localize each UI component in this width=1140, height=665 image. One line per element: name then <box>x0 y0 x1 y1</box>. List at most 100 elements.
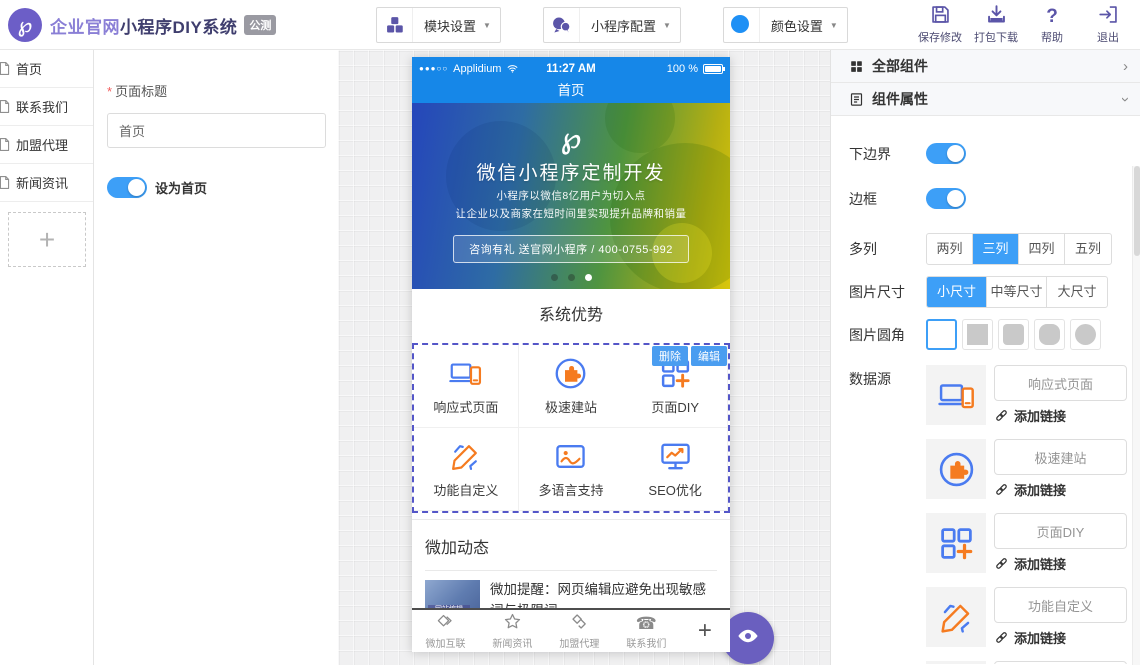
chevron-down-icon: ▼ <box>483 21 491 30</box>
phone-nav-bar: 首页 <box>412 80 730 103</box>
app-window: ℘ 企业官网小程序DIY系统 公测 模块设置 ▼ 小程序配置 ▼ 颜色设置 ▼ <box>0 0 1140 665</box>
inspector-scrollbar[interactable] <box>1132 166 1140 665</box>
datasource-tile <box>926 365 986 425</box>
download-icon <box>986 6 1007 27</box>
advantage-cell-custom-func[interactable]: 功能自定义 <box>414 428 519 511</box>
columns-option-3-selected[interactable]: 三列 <box>973 234 1019 264</box>
required-mark: * <box>107 84 112 99</box>
color-settings-button[interactable]: 颜色设置 ▼ <box>723 7 848 43</box>
sidebar-item-home[interactable]: 首页 <box>0 50 93 88</box>
phone-tabbar: 微加互联 新闻资讯 加盟代理 ☎ 联系我们 + <box>412 608 730 652</box>
datasource-tile <box>926 661 986 664</box>
edit-component-button[interactable]: 编辑 <box>691 346 727 366</box>
tabbar-add-button[interactable]: + <box>680 617 730 645</box>
radius-option-square[interactable] <box>962 319 993 350</box>
page-doc-icon <box>0 99 12 114</box>
advantage-cell-fast-build[interactable]: 极速建站 <box>519 345 624 428</box>
datasource-title-input[interactable] <box>994 439 1127 475</box>
custom-function-icon <box>938 599 975 636</box>
tab-contact[interactable]: ☎ 联系我们 <box>613 613 680 650</box>
modules-settings-button[interactable]: 模块设置 ▼ <box>376 7 501 43</box>
tab-agent[interactable]: 加盟代理 <box>546 613 613 650</box>
datasource-title-input[interactable] <box>994 661 1127 664</box>
component-props-header[interactable]: 组件属性 › <box>831 83 1140 116</box>
header-toolbar: 模块设置 ▼ 小程序配置 ▼ 颜色设置 ▼ <box>376 7 848 43</box>
add-link-button[interactable]: 添加链接 <box>994 480 1127 499</box>
advantages-grid-selected[interactable]: 删除 编辑 响应式页面 极速建站 页面DIY 功能自定义 <box>412 343 730 513</box>
advantage-cell-multilang[interactable]: 多语言支持 <box>519 428 624 511</box>
tags-icon <box>569 614 589 634</box>
tab-news[interactable]: 新闻资讯 <box>479 613 546 650</box>
carousel-dot[interactable] <box>568 274 575 281</box>
exit-button[interactable]: 退出 <box>1080 6 1136 45</box>
component-props-body: 下边界 边框 多列 两列 三列 四列 五列 图片尺寸 小尺寸 <box>831 116 1140 664</box>
columns-option-2[interactable]: 两列 <box>927 234 973 264</box>
advantage-cell-seo[interactable]: SEO优化 <box>623 428 728 511</box>
sidebar-item-news[interactable]: 新闻资讯 <box>0 164 93 202</box>
all-components-icon <box>849 59 864 74</box>
chevron-down-icon: ▼ <box>663 21 671 30</box>
delete-component-button[interactable]: 删除 <box>652 346 688 366</box>
add-link-button[interactable]: 添加链接 <box>994 628 1127 647</box>
help-button[interactable]: ? 帮助 <box>1024 6 1080 45</box>
scrollbar-thumb[interactable] <box>1134 166 1140 256</box>
image-size-row: 图片尺寸 小尺寸 中等尺寸 大尺寸 <box>849 276 1124 308</box>
miniprogram-icon <box>544 8 580 42</box>
carousel-dot-active[interactable] <box>585 274 592 281</box>
image-radius-row: 图片圆角 <box>849 319 1124 350</box>
radius-option-circle[interactable] <box>1070 319 1101 350</box>
brand: ℘ 企业官网小程序DIY系统 公测 <box>8 8 276 42</box>
beta-badge: 公测 <box>244 15 276 35</box>
columns-option-5[interactable]: 五列 <box>1065 234 1111 264</box>
img-size-large[interactable]: 大尺寸 <box>1047 277 1107 307</box>
tab-brand[interactable]: 微加互联 <box>412 613 479 650</box>
columns-option-4[interactable]: 四列 <box>1019 234 1065 264</box>
save-icon <box>930 6 951 27</box>
set-home-toggle[interactable] <box>107 177 147 198</box>
image-size-segmented: 小尺寸 中等尺寸 大尺寸 <box>926 276 1108 308</box>
link-icon <box>994 556 1009 571</box>
border-toggle[interactable] <box>926 188 966 209</box>
add-page-button[interactable]: + <box>8 212 86 267</box>
inspector-panel: 全部组件 › 组件属性 › 下边界 边框 多列 两列 三列 四列 <box>830 50 1140 665</box>
datasource-row: 添加链接 <box>926 439 1127 499</box>
columns-row: 多列 两列 三列 四列 五列 <box>849 233 1124 265</box>
save-button[interactable]: 保存修改 <box>912 6 968 45</box>
carousel-dot[interactable] <box>551 274 558 281</box>
page-title-input[interactable] <box>107 113 326 148</box>
datasource-title-input[interactable] <box>994 513 1127 549</box>
battery-group: 100 % <box>667 63 723 75</box>
add-link-button[interactable]: 添加链接 <box>994 406 1127 425</box>
modules-icon <box>377 8 413 42</box>
pages-sidebar: 首页 联系我们 加盟代理 新闻资讯 + <box>0 50 94 665</box>
radius-option-medium[interactable] <box>1034 319 1065 350</box>
carousel-dots <box>412 274 730 281</box>
all-components-header[interactable]: 全部组件 › <box>831 50 1140 83</box>
miniprogram-config-button[interactable]: 小程序配置 ▼ <box>543 7 681 43</box>
download-button[interactable]: 打包下载 <box>968 6 1024 45</box>
radius-option-small[interactable] <box>998 319 1029 350</box>
link-icon <box>994 630 1009 645</box>
brand-icon <box>435 614 455 634</box>
star-icon <box>502 614 522 634</box>
img-size-small-selected[interactable]: 小尺寸 <box>927 277 987 307</box>
datasource-row-partial <box>926 661 1127 664</box>
sidebar-item-agent[interactable]: 加盟代理 <box>0 126 93 164</box>
datasource-title-input[interactable] <box>994 587 1127 623</box>
advantage-cell-responsive[interactable]: 响应式页面 <box>414 345 519 428</box>
banner-slide[interactable]: ℘ 微信小程序定制开发 小程序以微信8亿用户为切入点 让企业以及商家在短时间里实… <box>412 103 730 289</box>
eye-icon <box>736 624 760 653</box>
seo-icon <box>659 440 692 473</box>
datasource-tile <box>926 439 986 499</box>
selection-badges: 删除 编辑 <box>652 346 727 366</box>
datasource-title-input[interactable] <box>994 365 1127 401</box>
radius-option-none-selected[interactable] <box>926 319 957 350</box>
img-size-medium[interactable]: 中等尺寸 <box>987 277 1047 307</box>
datasource-row: 添加链接 <box>926 365 1127 425</box>
add-link-button[interactable]: 添加链接 <box>994 554 1127 573</box>
link-icon <box>994 408 1009 423</box>
sidebar-item-contact[interactable]: 联系我们 <box>0 88 93 126</box>
bottom-border-toggle[interactable] <box>926 143 966 164</box>
banner-cta-pill[interactable]: 咨询有礼 送官网小程序 / 400-0755-992 <box>453 235 689 263</box>
page-doc-icon <box>0 61 12 76</box>
